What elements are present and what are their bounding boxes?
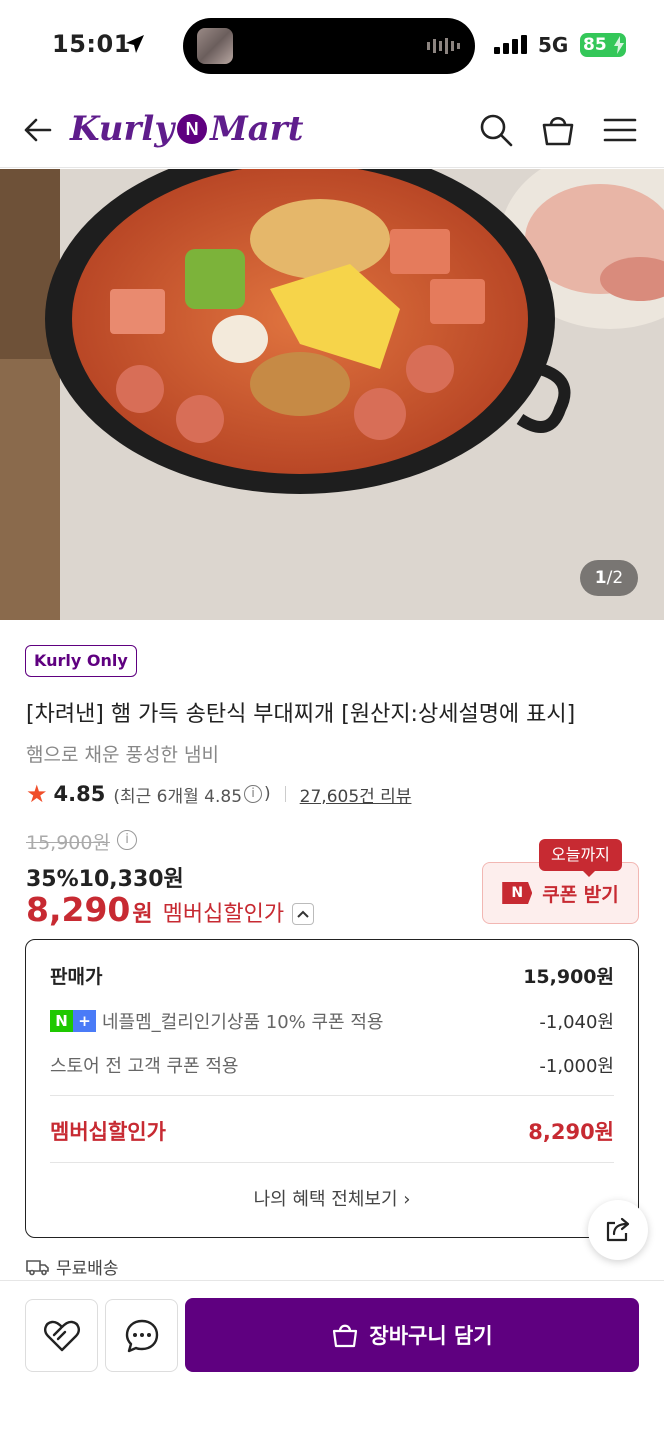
audio-wave-icon xyxy=(427,38,460,54)
coupon2-value: -1,000원 xyxy=(539,1056,614,1077)
get-coupon-button[interactable]: N 쿠폰 받기 xyxy=(482,862,639,924)
product-subtitle: 햄으로 채운 풍성한 냄비 xyxy=(26,744,219,766)
rating-score: 4.85 xyxy=(53,782,106,806)
add-to-cart-label: 장바구니 담기 xyxy=(369,1324,493,1348)
cart-bag-icon[interactable] xyxy=(540,112,576,148)
coupon1-value: -1,040원 xyxy=(539,1012,614,1033)
coupon1-row: N + 네플멤_컬리인기상품 10% 쿠폰 적용 -1,040원 xyxy=(50,1008,614,1034)
naver-n-badge-icon: N xyxy=(502,882,533,904)
share-icon xyxy=(606,1217,630,1242)
product-image-carousel[interactable]: 1/2 xyxy=(0,169,664,620)
chevron-up-icon[interactable] xyxy=(292,903,315,925)
until-today-tag: 오늘까지 xyxy=(539,839,622,877)
counter-total: /2 xyxy=(606,568,624,588)
member-price-label: 멤버십할인가 xyxy=(162,902,285,927)
logo-n-badge: N xyxy=(177,114,208,144)
coupon1-label-wrap: N + 네플멤_컬리인기상품 10% 쿠폰 적용 xyxy=(50,1008,383,1034)
view-all-benefits-link[interactable]: 나의 혜택 전체보기 › xyxy=(26,1185,638,1211)
product-title: [차려낸] 햄 가득 송탄식 부대찌개 [원산지:상세설명에 표시] xyxy=(26,702,576,727)
coupon2-label: 스토어 전 고객 쿠폰 적용 xyxy=(50,1056,239,1077)
naver-plus-icon: N + xyxy=(50,1010,96,1032)
location-arrow-icon xyxy=(126,35,144,53)
discount-price-line: 35%10,330원 xyxy=(26,867,184,892)
kurly-n-mart-logo[interactable]: Kurly N Mart xyxy=(70,104,303,154)
divider xyxy=(50,1095,614,1096)
member-price-amount: 8,290 xyxy=(26,890,131,929)
inquiry-chat-button[interactable] xyxy=(105,1299,178,1372)
truck-icon xyxy=(26,1259,49,1275)
charging-icon xyxy=(614,36,624,54)
add-to-cart-button[interactable]: 장바구니 담기 xyxy=(185,1298,639,1372)
wishlist-button[interactable] xyxy=(25,1299,98,1372)
rating-row: ★ 4.85 (최근 6개월 4.85 i ) 27,605건 리뷰 xyxy=(26,780,412,808)
back-arrow-icon[interactable] xyxy=(20,112,56,148)
app-header: Kurly N Mart xyxy=(0,92,664,168)
chat-icon xyxy=(125,1319,158,1352)
cart-bag-icon xyxy=(333,1324,358,1348)
price-breakdown-box: 판매가 15,900원 N + 네플멤_컬리인기상품 10% 쿠폰 적용 -1,0… xyxy=(25,939,639,1238)
delivery-info: 무료배송 xyxy=(26,1254,119,1279)
signal-icon xyxy=(494,35,527,54)
logo-text-mart: Mart xyxy=(210,109,304,149)
bottom-action-bar: 장바구니 담기 xyxy=(0,1280,664,1440)
star-icon: ★ xyxy=(26,780,48,808)
battery-level: 85 xyxy=(583,35,607,55)
member-price-line: 8,290 원 멤버십할인가 xyxy=(26,890,315,929)
rating-divider xyxy=(284,786,286,802)
member-total-label: 멤버십할인가 xyxy=(50,1120,166,1144)
menu-icon[interactable] xyxy=(602,112,638,148)
sale-price-row: 판매가 15,900원 xyxy=(50,962,614,989)
sale-price-value: 15,900원 xyxy=(523,966,614,988)
battery-indicator: 85 xyxy=(580,33,626,57)
status-bar: 15:01 5G 85 xyxy=(0,0,664,92)
counter-current: 1 xyxy=(594,568,607,588)
coupon1-label: 네플멤_컬리인기상품 10% 쿠폰 적용 xyxy=(102,1012,384,1033)
original-price: 15,900원 xyxy=(26,832,110,854)
divider xyxy=(50,1162,614,1163)
member-price-row: 멤버십할인가 8,290원 xyxy=(50,1116,614,1146)
member-price-won: 원 xyxy=(132,902,153,927)
coupon2-row: 스토어 전 고객 쿠폰 적용 -1,000원 xyxy=(50,1052,614,1078)
dynamic-island xyxy=(183,18,475,74)
image-page-counter: 1/2 xyxy=(580,560,638,596)
price-info-icon[interactable]: i xyxy=(117,830,137,850)
budae-jjigae-photo xyxy=(0,169,664,620)
sale-price-label: 판매가 xyxy=(50,966,103,988)
free-delivery-label: 무료배송 xyxy=(56,1259,119,1279)
member-total-value: 8,290원 xyxy=(528,1120,614,1144)
share-button[interactable] xyxy=(588,1200,648,1260)
status-time: 15:01 xyxy=(52,30,131,58)
coupon-button-label: 쿠폰 받기 xyxy=(542,883,619,906)
now-playing-thumbnail xyxy=(197,28,233,64)
info-icon[interactable]: i xyxy=(244,785,263,803)
kurly-only-badge: Kurly Only xyxy=(25,645,137,677)
search-icon[interactable] xyxy=(478,112,514,148)
logo-text-kurly: Kurly xyxy=(70,109,175,149)
recent-rating-text: (최근 6개월 4.85 xyxy=(113,786,243,807)
review-count-link[interactable]: 27,605건 리뷰 xyxy=(300,782,412,807)
heart-icon xyxy=(43,1320,80,1351)
network-type: 5G xyxy=(538,33,569,57)
recent-rating-close: ) xyxy=(264,784,271,804)
